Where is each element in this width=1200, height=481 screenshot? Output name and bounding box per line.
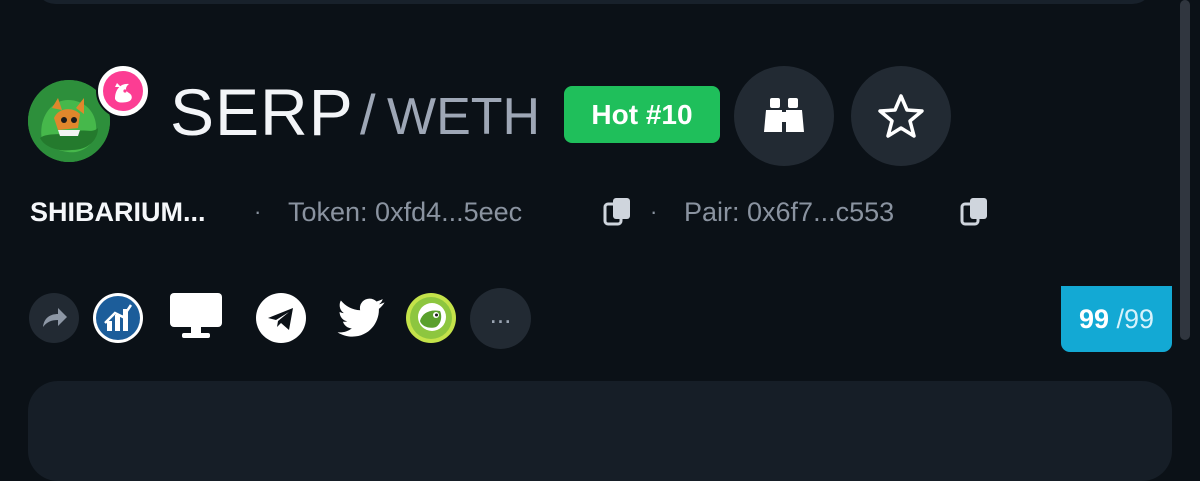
chain-name: SHIBARIUM...: [30, 197, 206, 227]
chart-link[interactable]: [93, 293, 143, 343]
uniswap-badge-icon: [96, 64, 150, 118]
token-symbol: SERP: [170, 75, 354, 149]
telegram-icon: [268, 308, 293, 330]
share-button[interactable]: [29, 293, 79, 343]
watch-button[interactable]: [734, 66, 834, 166]
website-icon: [170, 293, 222, 338]
binoculars-icon: [764, 98, 804, 132]
copy-token-address-icon[interactable]: [603, 196, 633, 228]
star-icon: [878, 94, 924, 138]
pair-address[interactable]: Pair: 0x6f7...c553: [684, 193, 894, 231]
coingecko-icon: [410, 297, 452, 339]
twitter-icon: [337, 298, 385, 337]
website-link[interactable]: [168, 289, 224, 345]
chart-icon: [96, 296, 140, 340]
scrollbar-thumb[interactable]: [1180, 0, 1190, 340]
share-icon: [43, 308, 67, 327]
pair-separator: /: [360, 83, 376, 146]
counter-current: 99: [1078, 304, 1109, 334]
more-links-button[interactable]: ...: [470, 288, 531, 349]
token-address[interactable]: Token: 0xfd4...5eec: [288, 193, 522, 231]
hot-rank-badge[interactable]: Hot #10: [564, 86, 720, 143]
coingecko-link[interactable]: [406, 293, 456, 343]
twitter-link[interactable]: [336, 291, 388, 343]
copy-pair-address-icon[interactable]: [960, 196, 990, 228]
meta-separator-dot: ·: [650, 199, 658, 224]
favorite-button[interactable]: [851, 66, 951, 166]
counter-total: /99: [1116, 304, 1155, 334]
meta-separator-dot: ·: [254, 199, 262, 224]
telegram-link[interactable]: [256, 293, 306, 343]
pagination-counter: 99 /99: [1061, 286, 1172, 352]
content-panel: [28, 381, 1172, 481]
top-bar: [34, 0, 1154, 4]
quote-symbol: WETH: [387, 88, 541, 146]
